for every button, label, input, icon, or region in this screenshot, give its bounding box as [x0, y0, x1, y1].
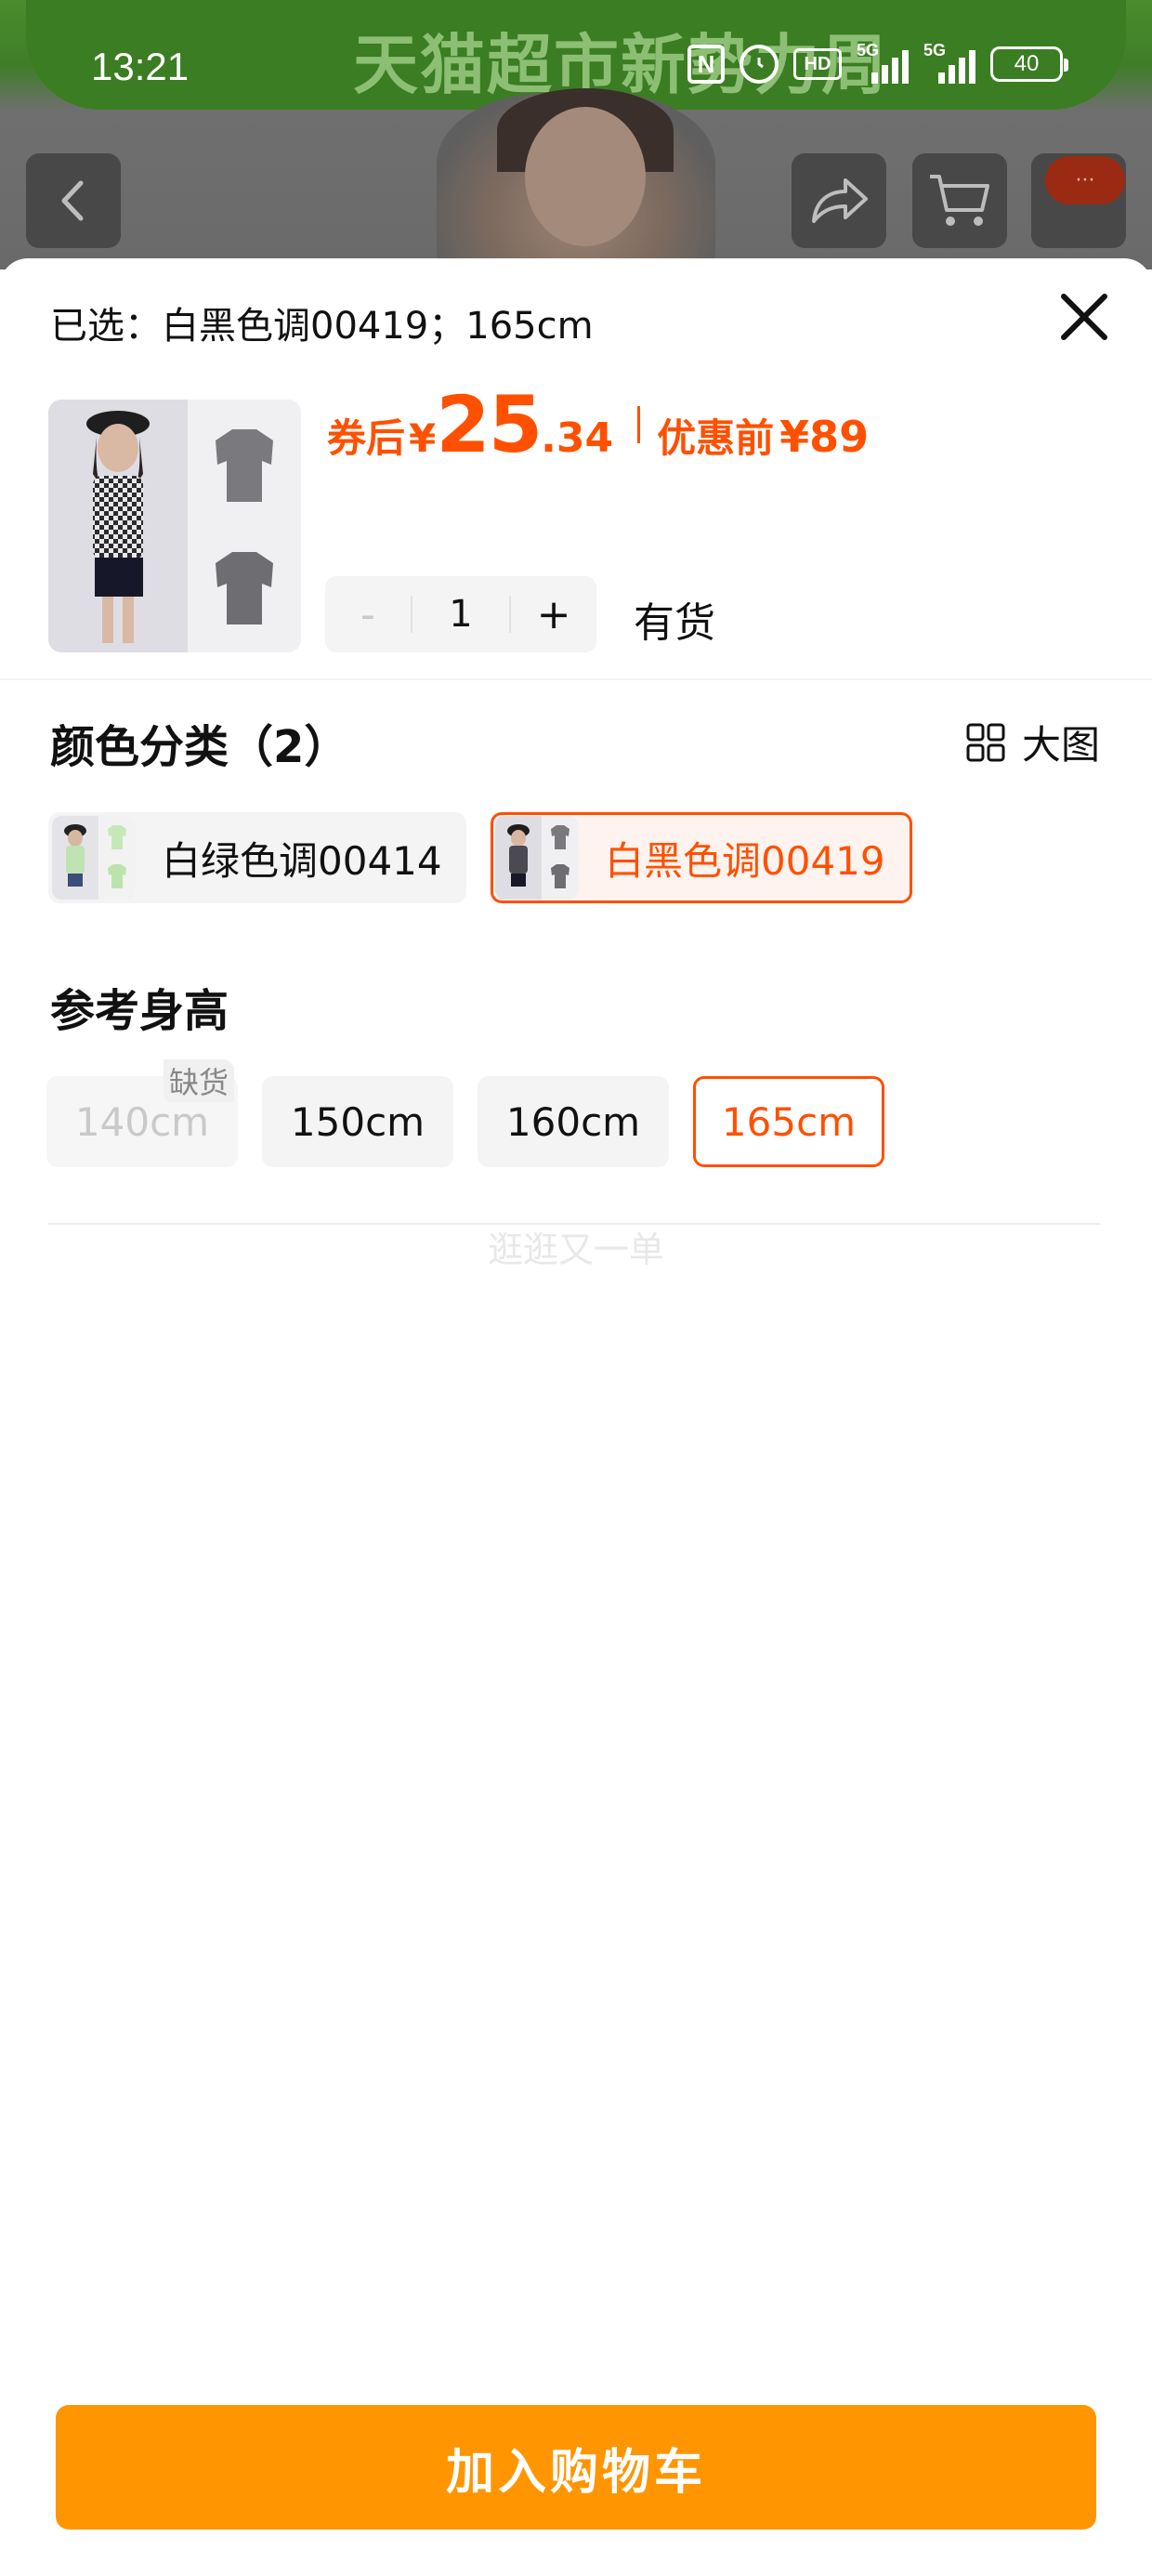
- hd-icon: HD: [793, 48, 842, 80]
- product-thumbnail[interactable]: [48, 400, 301, 652]
- sku-sheet: 已选：白黑色调00419；165cm 券后 ¥ 25 .34 优惠前 ¥89 -…: [0, 258, 1152, 2576]
- price-currency: ¥: [409, 415, 437, 461]
- back-button[interactable]: [26, 153, 121, 248]
- footer-hint: 逛逛又一单: [487, 1229, 664, 1270]
- height-option-165[interactable]: 165cm: [693, 1076, 884, 1167]
- big-image-label: 大图: [1022, 722, 1101, 768]
- price-row: 券后 ¥ 25 .34 优惠前 ¥89: [327, 379, 869, 470]
- height-option-150[interactable]: 150cm: [262, 1076, 453, 1167]
- height-option-160[interactable]: 160cm: [478, 1076, 669, 1167]
- height-section-title: 参考身高: [50, 985, 229, 1037]
- color-option-thumbnail: [495, 816, 579, 900]
- cart-icon: [930, 175, 989, 226]
- more-icon[interactable]: ···: [1045, 156, 1125, 204]
- out-of-stock-tag: 缺货: [164, 1059, 235, 1102]
- color-option-white-black[interactable]: 白黑色调00419: [491, 812, 912, 903]
- signal-icon-2: 5G: [923, 41, 975, 84]
- divider: [0, 678, 1152, 680]
- quantity-decrease-button[interactable]: -: [325, 576, 411, 652]
- color-option-thumbnail: [52, 816, 136, 900]
- stock-status: 有货: [634, 599, 715, 647]
- background-page: 天猫超市新势力周 13:21 N HD 5G 5G 40 ···: [0, 0, 1152, 269]
- quantity-value[interactable]: 1: [411, 593, 511, 636]
- chevron-left-icon: [61, 180, 84, 221]
- color-option-label: 白黑色调00419: [605, 837, 885, 884]
- signal-icon: 5G: [857, 41, 909, 84]
- color-section-title: 颜色分类（2）: [50, 721, 349, 773]
- quantity-increase-button[interactable]: +: [511, 576, 596, 652]
- thumbnail-model-photo: [48, 400, 188, 652]
- thumbnail-flat-photos: [188, 400, 301, 652]
- close-button[interactable]: [1050, 283, 1119, 351]
- cart-button[interactable]: [912, 153, 1007, 248]
- price-integer: 25: [436, 379, 543, 470]
- price-decimal: .34: [541, 414, 614, 462]
- status-icons: N HD 5G 5G 40: [687, 41, 1068, 84]
- battery-icon: 40: [990, 46, 1068, 82]
- big-image-toggle[interactable]: 大图: [966, 714, 1100, 770]
- share-button[interactable]: [792, 153, 886, 248]
- status-bar: 13:21 N HD 5G 5G 40: [0, 0, 1152, 139]
- status-time: 13:21: [91, 45, 190, 88]
- alarm-icon: [740, 45, 779, 84]
- price-before-value: ¥89: [779, 412, 870, 462]
- selected-summary: 已选：白黑色调00419；165cm: [50, 305, 594, 348]
- price-before-label: 优惠前: [657, 415, 775, 461]
- grid-icon: [966, 723, 1005, 761]
- add-to-cart-button[interactable]: 加入购物车: [56, 2405, 1096, 2530]
- price-separator: [637, 406, 641, 443]
- price-prefix: 券后: [327, 415, 406, 461]
- color-option-label: 白绿色调00414: [162, 837, 442, 884]
- color-option-white-green[interactable]: 白绿色调00414: [48, 812, 466, 903]
- quantity-stepper: - 1 +: [325, 576, 596, 652]
- nfc-icon: N: [687, 45, 725, 84]
- close-icon: [1061, 294, 1107, 340]
- share-icon: [812, 178, 868, 223]
